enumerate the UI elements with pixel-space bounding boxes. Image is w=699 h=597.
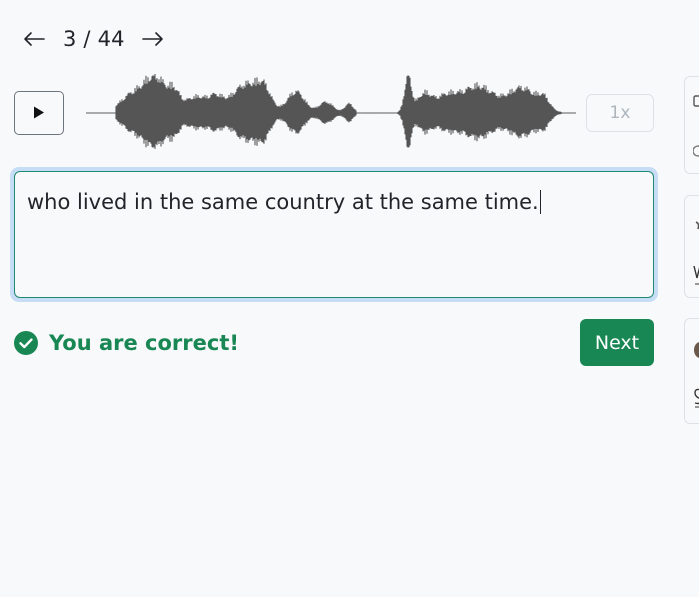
text-caret	[539, 190, 541, 214]
answer-text: who lived in the same country at the sam…	[27, 190, 539, 214]
side-card[interactable]	[684, 76, 699, 174]
play-icon	[33, 104, 45, 123]
waveform-bars	[86, 74, 576, 149]
arrow-left-icon[interactable]	[22, 27, 46, 51]
playback-speed-button[interactable]: 1x	[586, 94, 654, 132]
partial-icon	[693, 265, 699, 285]
next-button[interactable]: Next	[580, 319, 654, 366]
answer-input[interactable]: who lived in the same country at the sam…	[14, 171, 654, 298]
check-circle-icon	[14, 331, 38, 355]
feedback-text: You are correct!	[49, 331, 239, 355]
partial-icon	[693, 145, 699, 157]
exercise-panel: 3 / 44 1x who lived in the same country …	[0, 0, 699, 597]
side-card[interactable]	[684, 195, 699, 298]
copy-icon	[693, 95, 699, 107]
play-button[interactable]	[14, 91, 64, 135]
pager: 3 / 44	[22, 24, 165, 54]
avatar	[694, 342, 699, 358]
partial-icon	[695, 221, 699, 230]
side-card[interactable]	[684, 318, 699, 424]
partial-icon	[694, 388, 699, 408]
arrow-right-icon[interactable]	[141, 27, 165, 51]
answer-focus-ring: who lived in the same country at the sam…	[10, 167, 658, 302]
audio-waveform[interactable]	[86, 70, 576, 154]
feedback-message: You are correct!	[14, 331, 239, 355]
page-indicator: 3 / 44	[63, 27, 125, 51]
